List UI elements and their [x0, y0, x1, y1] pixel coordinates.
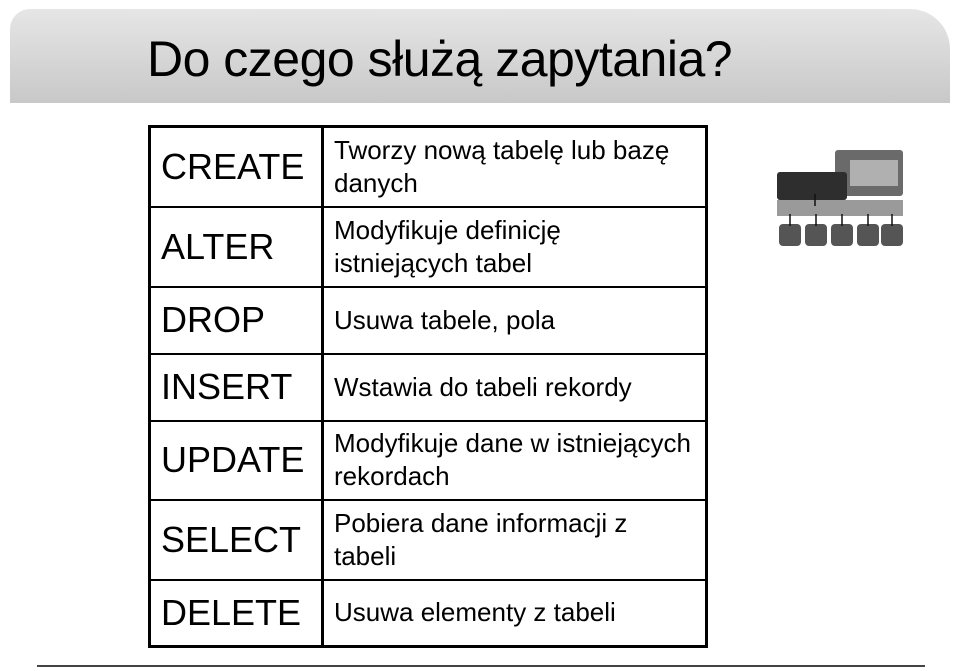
table-row: UPDATE Modyfikuje dane w istniejących rek…: [148, 419, 708, 501]
description-cell: Modyfikuje dane w istniejących rekordach: [321, 419, 708, 501]
table-row: CREATE Tworzy nową tabelę lub bazę danych: [148, 125, 708, 208]
command-cell: INSERT: [148, 352, 324, 422]
table-row: DELETE Usuwa elementy z tabeli: [148, 578, 708, 648]
command-cell: DROP: [148, 285, 324, 355]
description-cell: Wstawia do tabeli rekordy: [321, 352, 708, 422]
command-cell: DELETE: [148, 578, 324, 648]
description-cell: Usuwa elementy z tabeli: [321, 578, 708, 648]
command-cell: UPDATE: [148, 419, 324, 501]
database-architecture-diagram-icon: [777, 150, 903, 246]
description-cell: Modyfikuje definicję istniejących tabel: [321, 205, 708, 288]
command-cell: SELECT: [148, 498, 324, 581]
command-cell: CREATE: [148, 125, 324, 208]
sql-commands-table: CREATE Tworzy nową tabelę lub bazę danych…: [148, 125, 708, 648]
description-cell: Pobiera dane informacji z tabeli: [321, 498, 708, 581]
table-row: ALTER Modyfikuje definicję istniejących t…: [148, 205, 708, 288]
command-cell: ALTER: [148, 205, 324, 288]
description-cell: Usuwa tabele, pola: [321, 285, 708, 355]
description-cell: Tworzy nową tabelę lub bazę danych: [321, 125, 708, 208]
table-row: INSERT Wstawia do tabeli rekordy: [148, 352, 708, 422]
table-row: SELECT Pobiera dane informacji z tabeli: [148, 498, 708, 581]
table-row: DROP Usuwa tabele, pola: [148, 285, 708, 355]
slide-title: Do czego służą zapytania?: [147, 31, 733, 87]
footer-divider: [37, 665, 925, 667]
